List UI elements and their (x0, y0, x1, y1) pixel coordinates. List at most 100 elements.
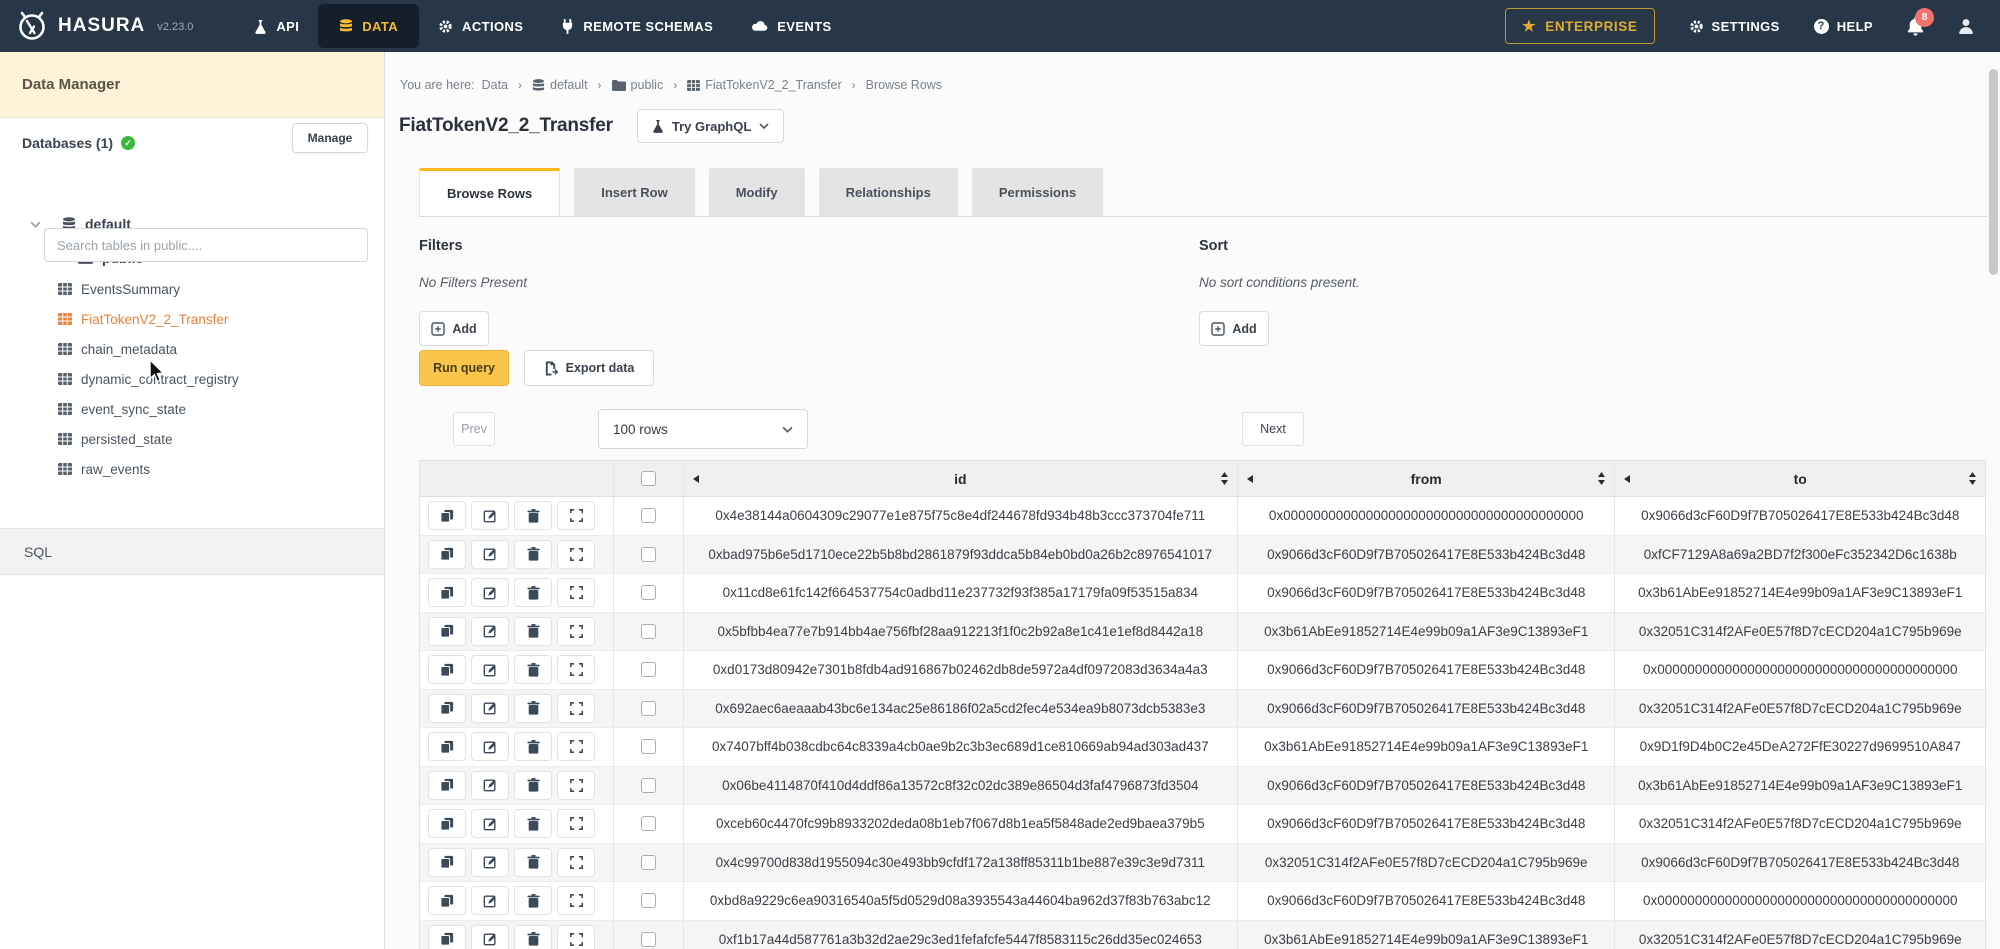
try-graphql-button[interactable]: Try GraphQL (637, 109, 784, 143)
clone-row-button[interactable] (428, 925, 466, 949)
add-sort-button[interactable]: Add (1199, 311, 1269, 346)
edit-row-button[interactable] (471, 732, 509, 761)
expand-row-button[interactable] (557, 732, 595, 761)
delete-row-button[interactable] (514, 809, 552, 838)
column-header-from[interactable]: from (1238, 461, 1616, 496)
collapse-column-icon[interactable] (693, 475, 699, 483)
edit-row-button[interactable] (471, 655, 509, 684)
search-tables-input[interactable] (44, 228, 368, 262)
run-query-button[interactable]: Run query (419, 350, 509, 386)
nav-item-api[interactable]: API (235, 0, 318, 52)
nav-item-events[interactable]: EVENTS (732, 0, 850, 52)
clone-row-button[interactable] (428, 886, 466, 915)
row-checkbox[interactable] (641, 893, 656, 908)
delete-row-button[interactable] (514, 540, 552, 569)
clone-row-button[interactable] (428, 694, 466, 723)
tab-modify[interactable]: Modify (709, 168, 805, 216)
row-checkbox[interactable] (641, 624, 656, 639)
export-data-button[interactable]: Export data (524, 350, 654, 386)
breadcrumb-data[interactable]: Data (482, 78, 508, 92)
clone-row-button[interactable] (428, 771, 466, 800)
expand-row-button[interactable] (557, 501, 595, 530)
page-size-select[interactable]: 100 rows (598, 409, 808, 449)
sidebar-table-persisted-state[interactable]: persisted_state (0, 424, 384, 454)
expand-row-button[interactable] (557, 694, 595, 723)
sidebar-table-eventssummary[interactable]: EventsSummary (0, 274, 384, 304)
breadcrumb-table[interactable]: FiatTokenV2_2_Transfer (687, 78, 841, 92)
edit-row-button[interactable] (471, 540, 509, 569)
expand-row-button[interactable] (557, 886, 595, 915)
tab-permissions[interactable]: Permissions (972, 168, 1103, 216)
edit-row-button[interactable] (471, 848, 509, 877)
expand-row-button[interactable] (557, 617, 595, 646)
delete-row-button[interactable] (514, 771, 552, 800)
settings-button[interactable]: SETTINGS (1689, 19, 1780, 34)
expand-row-button[interactable] (557, 655, 595, 684)
tab-browse-rows[interactable]: Browse Rows (419, 168, 560, 216)
edit-row-button[interactable] (471, 501, 509, 530)
clone-row-button[interactable] (428, 732, 466, 761)
user-avatar-icon[interactable] (1958, 18, 1974, 34)
edit-row-button[interactable] (471, 809, 509, 838)
sidebar-table-dynamic-contract-registry[interactable]: dynamic_contract_registry (0, 364, 384, 394)
expand-row-button[interactable] (557, 578, 595, 607)
collapse-column-icon[interactable] (1624, 475, 1630, 483)
edit-row-button[interactable] (471, 886, 509, 915)
sidebar-table-fiattokenv2-2-transfer[interactable]: FiatTokenV2_2_Transfer (0, 304, 384, 334)
help-button[interactable]: ? HELP (1814, 19, 1873, 34)
nav-item-data[interactable]: DATA (318, 4, 419, 48)
clone-row-button[interactable] (428, 617, 466, 646)
clone-row-button[interactable] (428, 501, 466, 530)
delete-row-button[interactable] (514, 617, 552, 646)
row-checkbox[interactable] (641, 778, 656, 793)
edit-row-button[interactable] (471, 578, 509, 607)
expand-row-button[interactable] (557, 540, 595, 569)
select-all-checkbox[interactable] (641, 471, 656, 486)
sidebar-table-event-sync-state[interactable]: event_sync_state (0, 394, 384, 424)
clone-row-button[interactable] (428, 578, 466, 607)
row-checkbox[interactable] (641, 816, 656, 831)
delete-row-button[interactable] (514, 848, 552, 877)
row-checkbox[interactable] (641, 585, 656, 600)
row-checkbox[interactable] (641, 547, 656, 562)
breadcrumb-default[interactable]: default (532, 78, 588, 92)
sort-column-icon[interactable] (1597, 472, 1606, 485)
clone-row-button[interactable] (428, 540, 466, 569)
tab-insert-row[interactable]: Insert Row (574, 168, 694, 216)
notifications-button[interactable]: 8 (1907, 17, 1924, 36)
edit-row-button[interactable] (471, 925, 509, 949)
row-checkbox[interactable] (641, 662, 656, 677)
row-checkbox[interactable] (641, 508, 656, 523)
prev-page-button[interactable]: Prev (453, 412, 495, 446)
column-header-id[interactable]: id (684, 461, 1238, 496)
clone-row-button[interactable] (428, 655, 466, 684)
scrollbar-thumb[interactable] (1989, 69, 1998, 275)
edit-row-button[interactable] (471, 617, 509, 646)
delete-row-button[interactable] (514, 501, 552, 530)
sidebar-table-raw-events[interactable]: raw_events (0, 454, 384, 484)
expand-row-button[interactable] (557, 848, 595, 877)
hasura-brand[interactable]: HASURA v2.23.0 (16, 10, 193, 42)
clone-row-button[interactable] (428, 809, 466, 838)
delete-row-button[interactable] (514, 655, 552, 684)
delete-row-button[interactable] (514, 694, 552, 723)
edit-row-button[interactable] (471, 694, 509, 723)
row-checkbox[interactable] (641, 932, 656, 947)
nav-item-actions[interactable]: ACTIONS (419, 0, 542, 52)
row-checkbox[interactable] (641, 701, 656, 716)
nav-item-remote-schemas[interactable]: REMOTE SCHEMAS (542, 0, 732, 52)
delete-row-button[interactable] (514, 925, 552, 949)
expand-row-button[interactable] (557, 809, 595, 838)
next-page-button[interactable]: Next (1242, 412, 1304, 446)
delete-row-button[interactable] (514, 732, 552, 761)
sort-column-icon[interactable] (1220, 472, 1229, 485)
enterprise-button[interactable]: ★ ENTERPRISE (1505, 8, 1654, 44)
collapse-column-icon[interactable] (1247, 475, 1253, 483)
sidebar-section-sql[interactable]: SQL (0, 528, 384, 575)
edit-row-button[interactable] (471, 771, 509, 800)
delete-row-button[interactable] (514, 578, 552, 607)
manage-button[interactable]: Manage (292, 123, 368, 153)
expand-row-button[interactable] (557, 925, 595, 949)
row-checkbox[interactable] (641, 855, 656, 870)
delete-row-button[interactable] (514, 886, 552, 915)
